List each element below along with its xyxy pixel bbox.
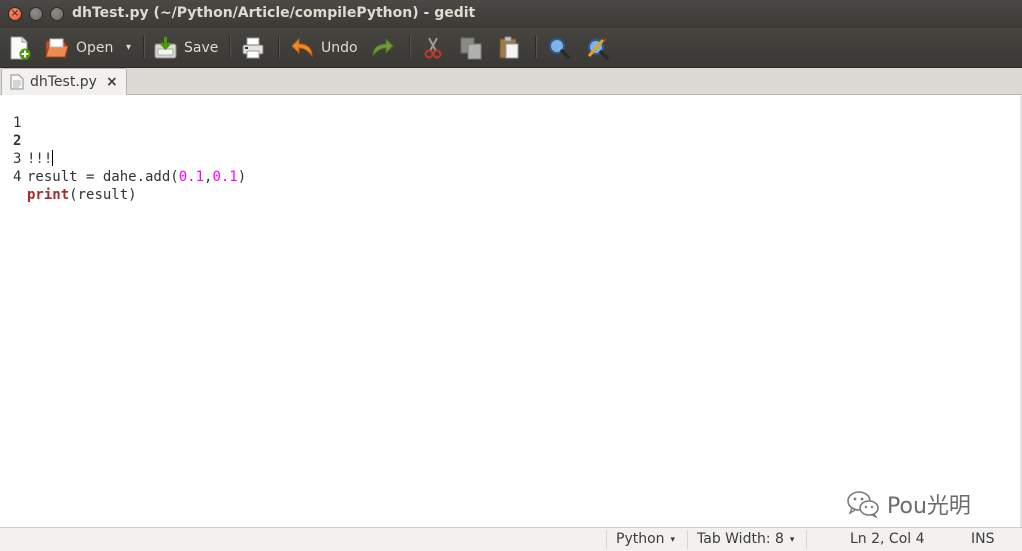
chevron-down-icon: ▾ xyxy=(670,535,676,545)
print-icon xyxy=(242,37,264,58)
keyword: print xyxy=(27,187,70,203)
toolbar-separator xyxy=(278,36,279,58)
tab-dhtest-py[interactable]: dhTest.py × xyxy=(1,68,127,95)
minimize-window-button[interactable] xyxy=(29,7,43,21)
close-window-button[interactable]: × xyxy=(8,7,22,21)
new-document-button[interactable] xyxy=(8,28,32,67)
title-bar: × dhTest.py (~/Python/Article/compilePyt… xyxy=(0,0,1022,28)
redo-button[interactable] xyxy=(370,28,395,67)
number-literal: 0.1 xyxy=(178,169,205,185)
tab-width-label: Tab Width: 8 xyxy=(697,531,784,547)
statusbar-separator xyxy=(606,530,607,549)
wechat-icon xyxy=(847,491,879,519)
language-label: Python xyxy=(616,531,665,547)
document-tab-bar: dhTest.py × xyxy=(0,68,1022,95)
code-line: 4 print(result) xyxy=(0,150,137,203)
folder-open-icon xyxy=(45,38,69,57)
find-replace-button[interactable] xyxy=(586,28,610,67)
tab-close-icon[interactable]: × xyxy=(106,74,118,90)
line-number: 4 xyxy=(13,169,22,185)
open-label: Open xyxy=(76,39,114,56)
watermark: Pou光明 xyxy=(845,488,971,520)
tab-label: dhTest.py xyxy=(30,74,97,90)
toolbar-separator xyxy=(229,36,230,58)
code-text: result = dahe.add( xyxy=(27,169,179,185)
chevron-down-icon: ▾ xyxy=(126,42,132,53)
cursor-position: Ln 2, Col 4 xyxy=(850,531,925,547)
language-selector[interactable]: Python ▾ xyxy=(616,531,675,547)
toolbar-separator xyxy=(535,36,536,58)
new-document-icon xyxy=(10,36,31,59)
save-icon xyxy=(154,36,177,58)
toolbar-separator xyxy=(143,36,144,58)
save-button[interactable]: Save xyxy=(153,28,218,67)
paste-icon xyxy=(499,36,519,58)
undo-icon xyxy=(291,37,313,58)
statusbar-separator xyxy=(806,530,807,549)
text-editor[interactable]: 1 2 !!! 3 result = dahe.add(0.1,0.1) 4 p… xyxy=(0,95,1022,527)
open-button[interactable]: Open xyxy=(44,28,113,67)
insert-mode-indicator: INS xyxy=(971,531,995,547)
code-line: 3 result = dahe.add(0.1,0.1) xyxy=(0,132,246,185)
code-line: 1 xyxy=(0,96,34,131)
find-button[interactable] xyxy=(547,28,571,67)
print-button[interactable] xyxy=(241,28,265,67)
search-icon xyxy=(549,37,570,59)
window-title: dhTest.py (~/Python/Article/compilePytho… xyxy=(72,5,476,21)
paste-button[interactable] xyxy=(497,28,521,67)
watermark-text: Pou光明 xyxy=(887,494,971,519)
undo-button[interactable]: Undo xyxy=(290,28,358,67)
tab-width-selector[interactable]: Tab Width: 8 ▾ xyxy=(697,531,794,547)
maximize-window-button[interactable] xyxy=(50,7,64,21)
text-file-icon xyxy=(10,74,24,90)
copy-icon xyxy=(460,37,482,59)
statusbar-separator xyxy=(687,530,688,549)
code-line-current: 2 !!! xyxy=(0,114,54,167)
toolbar: Open ▾ Save Undo xyxy=(0,28,1022,68)
copy-button[interactable] xyxy=(459,28,483,67)
undo-label: Undo xyxy=(321,39,358,56)
find-replace-icon xyxy=(587,37,609,60)
cut-button[interactable] xyxy=(421,28,445,67)
cut-icon xyxy=(424,37,442,58)
text-cursor xyxy=(52,150,54,166)
number-literal: 0.1 xyxy=(212,169,238,185)
status-bar: Python ▾ Tab Width: 8 ▾ Ln 2, Col 4 INS xyxy=(0,527,1022,551)
open-recent-dropdown[interactable]: ▾ xyxy=(126,28,131,67)
code-text: ) xyxy=(237,169,247,185)
save-label: Save xyxy=(184,39,219,56)
code-text: (result) xyxy=(69,187,137,203)
toolbar-separator xyxy=(409,36,410,58)
redo-icon xyxy=(372,37,394,58)
chevron-down-icon: ▾ xyxy=(789,535,795,545)
